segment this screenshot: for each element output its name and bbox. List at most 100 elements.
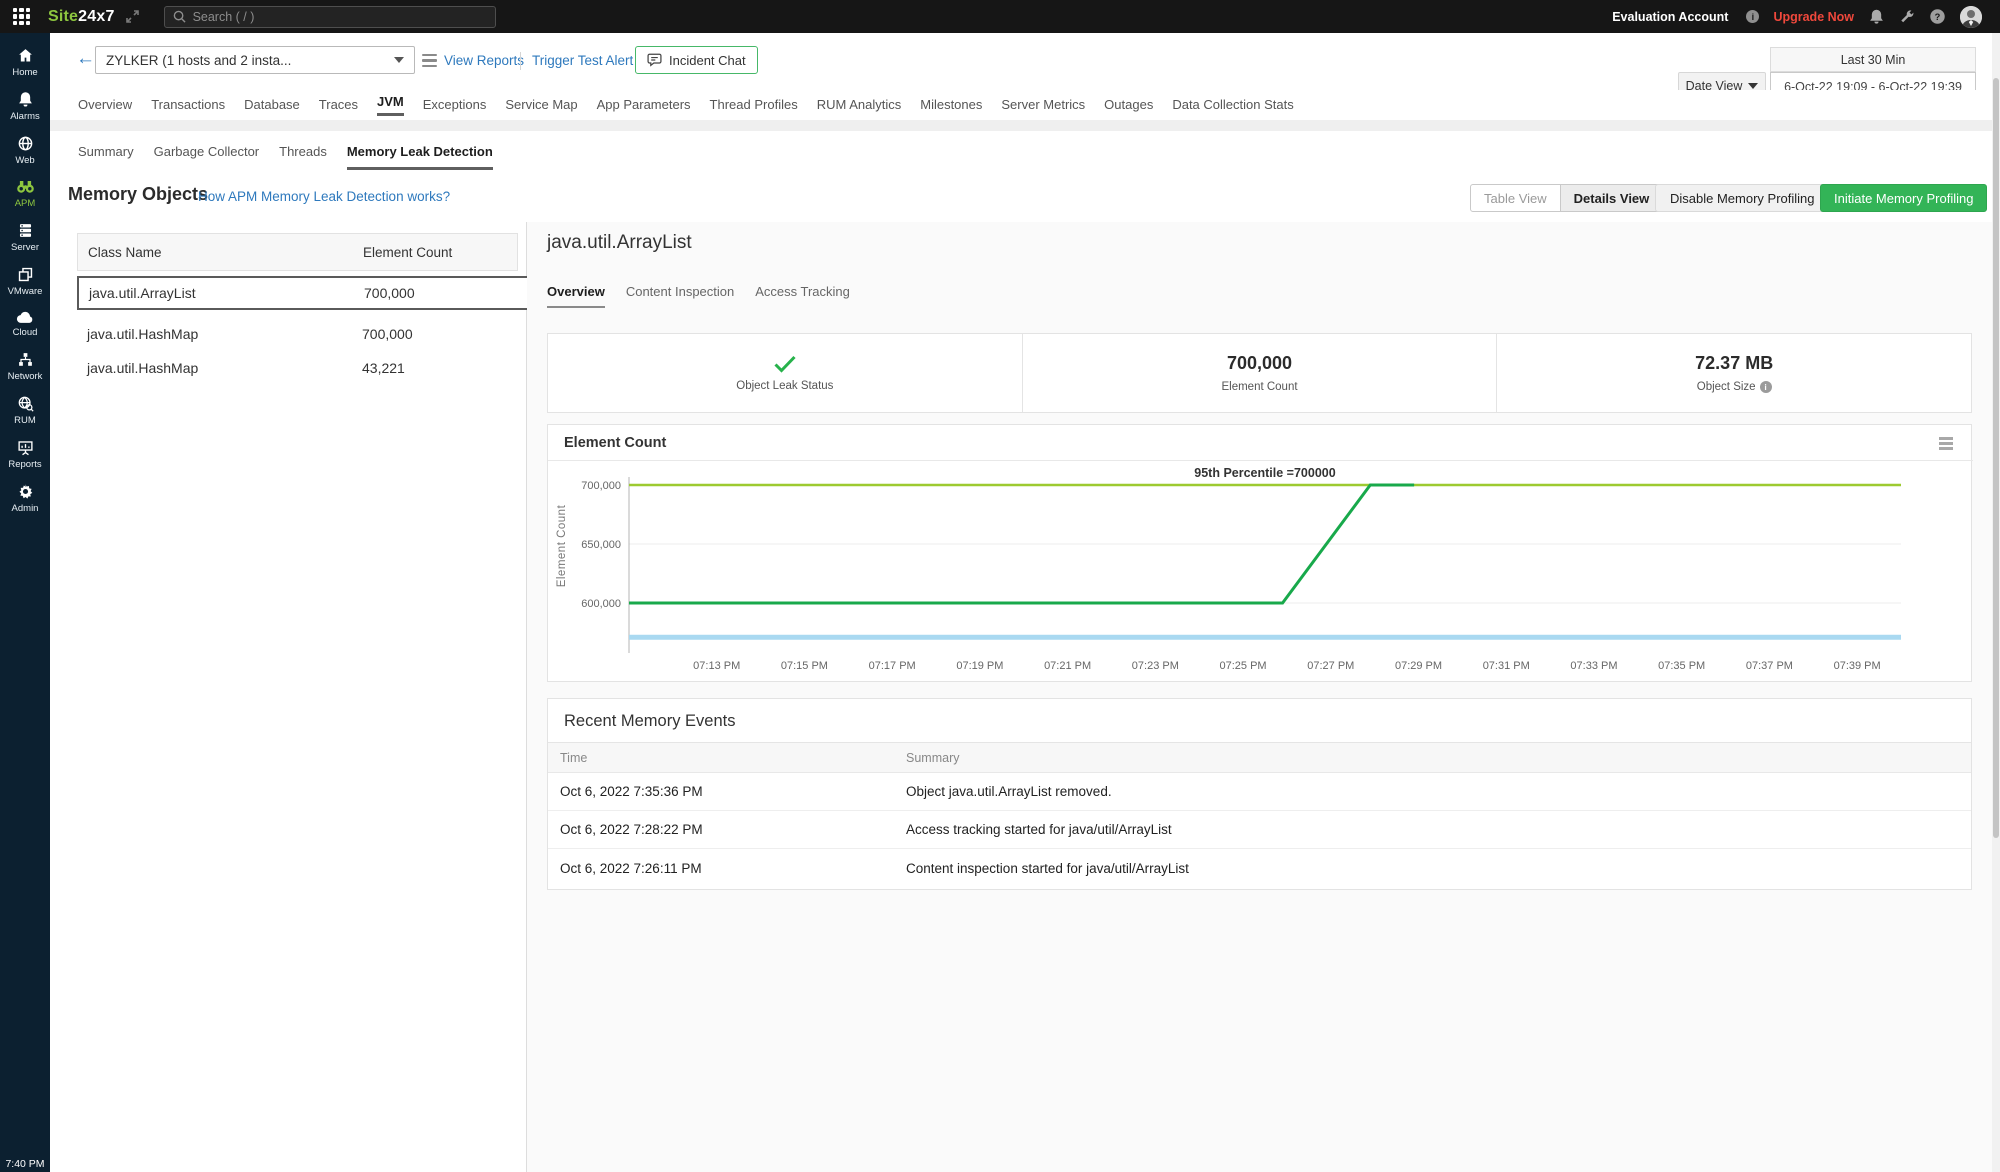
col-class-name: Class Name [78, 245, 363, 260]
detail-tab-overview[interactable]: Overview [547, 284, 605, 308]
app-grid-icon[interactable] [13, 8, 30, 25]
initiate-memory-profiling-button[interactable]: Initiate Memory Profiling [1820, 184, 1987, 212]
reports-menu-icon [422, 54, 437, 68]
details-view-button[interactable]: Details View [1560, 185, 1663, 211]
notifications-bell-icon[interactable] [1868, 8, 1885, 25]
upgrade-link[interactable]: Upgrade Now [1773, 10, 1854, 24]
search-icon [173, 10, 186, 23]
subtab-memory-leak-detection[interactable]: Memory Leak Detection [347, 133, 493, 170]
detail-tab-access-tracking[interactable]: Access Tracking [755, 284, 850, 308]
server-icon [17, 222, 34, 239]
sidebar-item-rum[interactable]: RUM [0, 389, 50, 433]
view-reports-link[interactable]: View Reports [422, 53, 524, 68]
search-input[interactable] [193, 10, 487, 24]
time-range-preset[interactable]: Last 30 Min [1770, 47, 1976, 72]
sidebar-item-web[interactable]: Web [0, 129, 50, 173]
chevron-down-icon [394, 57, 404, 63]
svg-text:07:33 PM: 07:33 PM [1570, 660, 1617, 671]
subtab-summary[interactable]: Summary [78, 144, 134, 159]
memory-objects-list: Class Name Element Count java.util.Array… [50, 222, 527, 1172]
tab-milestones[interactable]: Milestones [920, 97, 982, 114]
table-row[interactable]: java.util.ArrayList 700,000 [77, 276, 530, 310]
svg-text:07:31 PM: 07:31 PM [1483, 660, 1530, 671]
detail-tabs: Overview Content Inspection Access Track… [547, 284, 850, 308]
subtab-threads[interactable]: Threads [279, 144, 327, 159]
table-row[interactable]: java.util.HashMap 43,221 [77, 351, 518, 385]
sidebar-item-reports[interactable]: Reports [0, 433, 50, 477]
sidebar-item-admin[interactable]: Admin [0, 477, 50, 521]
user-avatar[interactable] [1960, 6, 1982, 28]
incident-chat-button[interactable]: Incident Chat [635, 46, 758, 74]
tab-outages[interactable]: Outages [1104, 97, 1153, 114]
top-bar: Site24x7 Evaluation Account i Upgrade No… [0, 0, 2000, 33]
sidebar-item-network[interactable]: Network [0, 345, 50, 389]
tab-transactions[interactable]: Transactions [151, 97, 225, 114]
tab-jvm[interactable]: JVM [377, 94, 404, 116]
help-icon[interactable]: ? [1929, 8, 1946, 25]
sidebar-item-cloud[interactable]: Cloud [0, 304, 50, 345]
global-search [164, 6, 496, 28]
tab-overview[interactable]: Overview [78, 97, 132, 114]
tab-rum-analytics[interactable]: RUM Analytics [817, 97, 902, 114]
account-info-icon[interactable]: i [1746, 10, 1759, 23]
svg-text:07:21 PM: 07:21 PM [1044, 660, 1091, 671]
chat-bubble-icon [647, 53, 662, 67]
svg-text:07:27 PM: 07:27 PM [1307, 660, 1354, 671]
detail-tab-content-inspection[interactable]: Content Inspection [626, 284, 734, 308]
element-count-line-chart: 700,000650,000600,00007:13 PM07:15 PM07:… [572, 461, 1962, 671]
svg-text:07:29 PM: 07:29 PM [1395, 660, 1442, 671]
sidebar-item-alarms[interactable]: Alarms [0, 85, 50, 129]
table-header: Class Name Element Count [77, 233, 518, 271]
tab-database[interactable]: Database [244, 97, 300, 114]
network-icon [17, 351, 34, 368]
back-arrow-icon[interactable]: ← [76, 49, 95, 68]
sidebar-item-apm[interactable]: APM [0, 173, 50, 216]
col-element-count: Element Count [363, 245, 452, 260]
sidebar-item-server[interactable]: Server [0, 216, 50, 260]
svg-text:07:39 PM: 07:39 PM [1834, 660, 1881, 671]
memory-objects-header: Memory Objects How APM Memory Leak Detec… [50, 172, 2000, 222]
monitor-header: ← ZYLKER (1 hosts and 2 insta... View Re… [50, 33, 2000, 90]
monitor-dropdown[interactable]: ZYLKER (1 hosts and 2 insta... [95, 46, 415, 74]
events-header: Time Summary [548, 743, 1971, 773]
site24x7-logo[interactable]: Site24x7 [48, 8, 115, 26]
topbar-right: Evaluation Account i Upgrade Now ? [1612, 0, 1982, 33]
sidebar-item-home[interactable]: Home [0, 41, 50, 85]
subtab-garbage-collector[interactable]: Garbage Collector [154, 144, 260, 159]
object-size-info-icon[interactable]: i [1760, 381, 1772, 393]
col-summary: Summary [906, 751, 959, 765]
svg-text:?: ? [1935, 12, 1941, 22]
trigger-test-alert-link[interactable]: Trigger Test Alert [532, 53, 633, 68]
presentation-icon [17, 439, 34, 456]
tab-data-collection-stats[interactable]: Data Collection Stats [1172, 97, 1293, 114]
class-detail-panel: java.util.ArrayList Overview Content Ins… [527, 222, 1992, 1172]
page-scrollbar-thumb[interactable] [1993, 78, 1999, 838]
tab-app-parameters[interactable]: App Parameters [597, 97, 691, 114]
tab-thread-profiles[interactable]: Thread Profiles [710, 97, 798, 114]
svg-text:700,000: 700,000 [581, 480, 621, 492]
chart-menu-icon[interactable] [1939, 437, 1953, 450]
svg-text:07:37 PM: 07:37 PM [1746, 660, 1793, 671]
view-toggle: Table View Details View [1470, 184, 1663, 212]
tab-exceptions[interactable]: Exceptions [423, 97, 487, 114]
disable-memory-profiling-button[interactable]: Disable Memory Profiling [1655, 184, 1830, 212]
col-time: Time [548, 751, 906, 765]
sidebar-item-vmware[interactable]: VMware [0, 260, 50, 304]
help-link[interactable]: How APM Memory Leak Detection works? [198, 189, 450, 204]
tab-server-metrics[interactable]: Server Metrics [1001, 97, 1085, 114]
stat-element-count: 700,000 Element Count [1022, 334, 1497, 412]
chart-title: Element Count [564, 435, 666, 451]
cloud-icon [16, 310, 34, 324]
binoculars-icon [16, 179, 35, 195]
fullscreen-icon[interactable] [125, 9, 140, 24]
svg-text:600,000: 600,000 [581, 598, 621, 610]
monitor-tabs: Overview Transactions Database Traces JV… [50, 90, 2000, 120]
table-row[interactable]: java.util.HashMap 700,000 [77, 317, 518, 351]
table-view-button[interactable]: Table View [1471, 185, 1560, 211]
page-title: Memory Objects [68, 184, 208, 205]
admin-tools-wrench-icon[interactable] [1899, 9, 1915, 25]
tab-traces[interactable]: Traces [319, 97, 358, 114]
svg-text:650,000: 650,000 [581, 539, 621, 551]
tab-service-map[interactable]: Service Map [505, 97, 577, 114]
event-row: Oct 6, 2022 7:35:36 PM Object java.util.… [548, 773, 1971, 811]
